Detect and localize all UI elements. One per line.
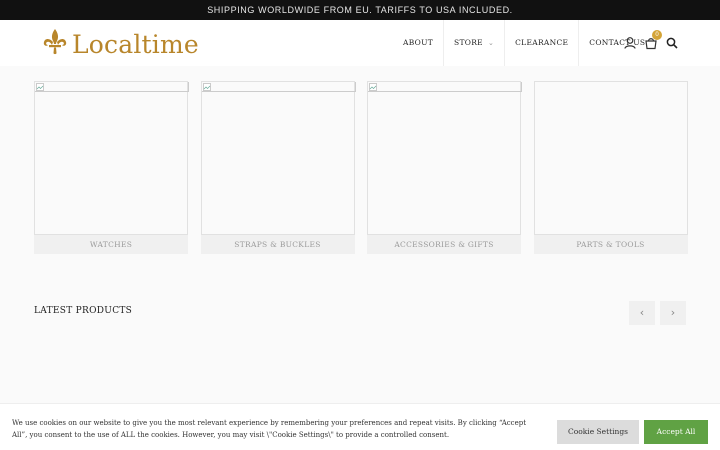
search-icon[interactable] [664,35,680,51]
accept-all-button[interactable]: Accept All [644,420,708,444]
announcement-bar: SHIPPING WORLDWIDE FROM EU. TARIFFS TO U… [0,0,720,20]
cart-count-badge: 0 [652,30,662,40]
category-label[interactable]: ACCESSORIES & GIFTS [367,235,521,254]
fleur-de-lis-icon [42,28,68,60]
nav-store[interactable]: STORE ⌄ [444,20,506,66]
category-card-straps-buckles[interactable]: STRAPS & BUCKLES [200,81,356,254]
carousel-prev-button[interactable]: ‹ [629,301,655,325]
broken-image-icon [36,83,44,91]
category-image[interactable] [533,81,688,235]
chevron-down-icon: ⌄ [487,39,495,47]
latest-products-heading: LATEST PRODUCTS [34,306,133,316]
logo-link[interactable]: Localtime [42,29,199,59]
category-label[interactable]: PARTS & TOOLS [533,235,688,254]
broken-image-icon [369,83,377,91]
user-icon[interactable] [622,35,638,51]
category-grid: WATCHES STRAPS & BUCKLES ACCESSORIES & G… [34,81,688,254]
nav-clearance[interactable]: CLEARANCE [505,20,580,66]
chevron-left-icon: ‹ [639,306,645,319]
logo-text: Localtime [72,29,199,59]
broken-image-icon [202,83,211,91]
category-image[interactable] [34,81,189,235]
carousel-next-button[interactable]: › [660,301,686,325]
category-card-watches[interactable]: WATCHES [34,81,189,254]
cart-icon[interactable]: 0 [643,30,662,51]
category-label[interactable]: WATCHES [34,235,188,254]
cookie-message: We use cookies on our website to give yo… [12,419,527,439]
nav-store-label: STORE [454,38,483,47]
category-card-accessories-gifts[interactable]: ACCESSORIES & GIFTS [367,81,522,254]
category-label[interactable]: STRAPS & BUCKLES [200,235,355,254]
category-card-parts-tools[interactable]: PARTS & TOOLS [533,81,688,254]
main-nav: ABOUT STORE ⌄ CLEARANCE CONTACT US [393,20,655,66]
broken-image-frame [368,82,522,92]
chevron-right-icon: › [670,306,676,319]
cookie-settings-button[interactable]: Cookie Settings [557,420,639,444]
broken-image-frame [201,82,356,92]
header-icons: 0 [622,20,685,66]
category-image[interactable] [367,81,522,235]
nav-about[interactable]: ABOUT [393,20,445,66]
category-image[interactable] [200,81,356,235]
cookie-banner: We use cookies on our website to give yo… [0,403,720,450]
broken-image-frame [35,82,189,92]
site-header: Localtime ABOUT STORE ⌄ CLEARANCE CONTACT… [0,20,720,66]
